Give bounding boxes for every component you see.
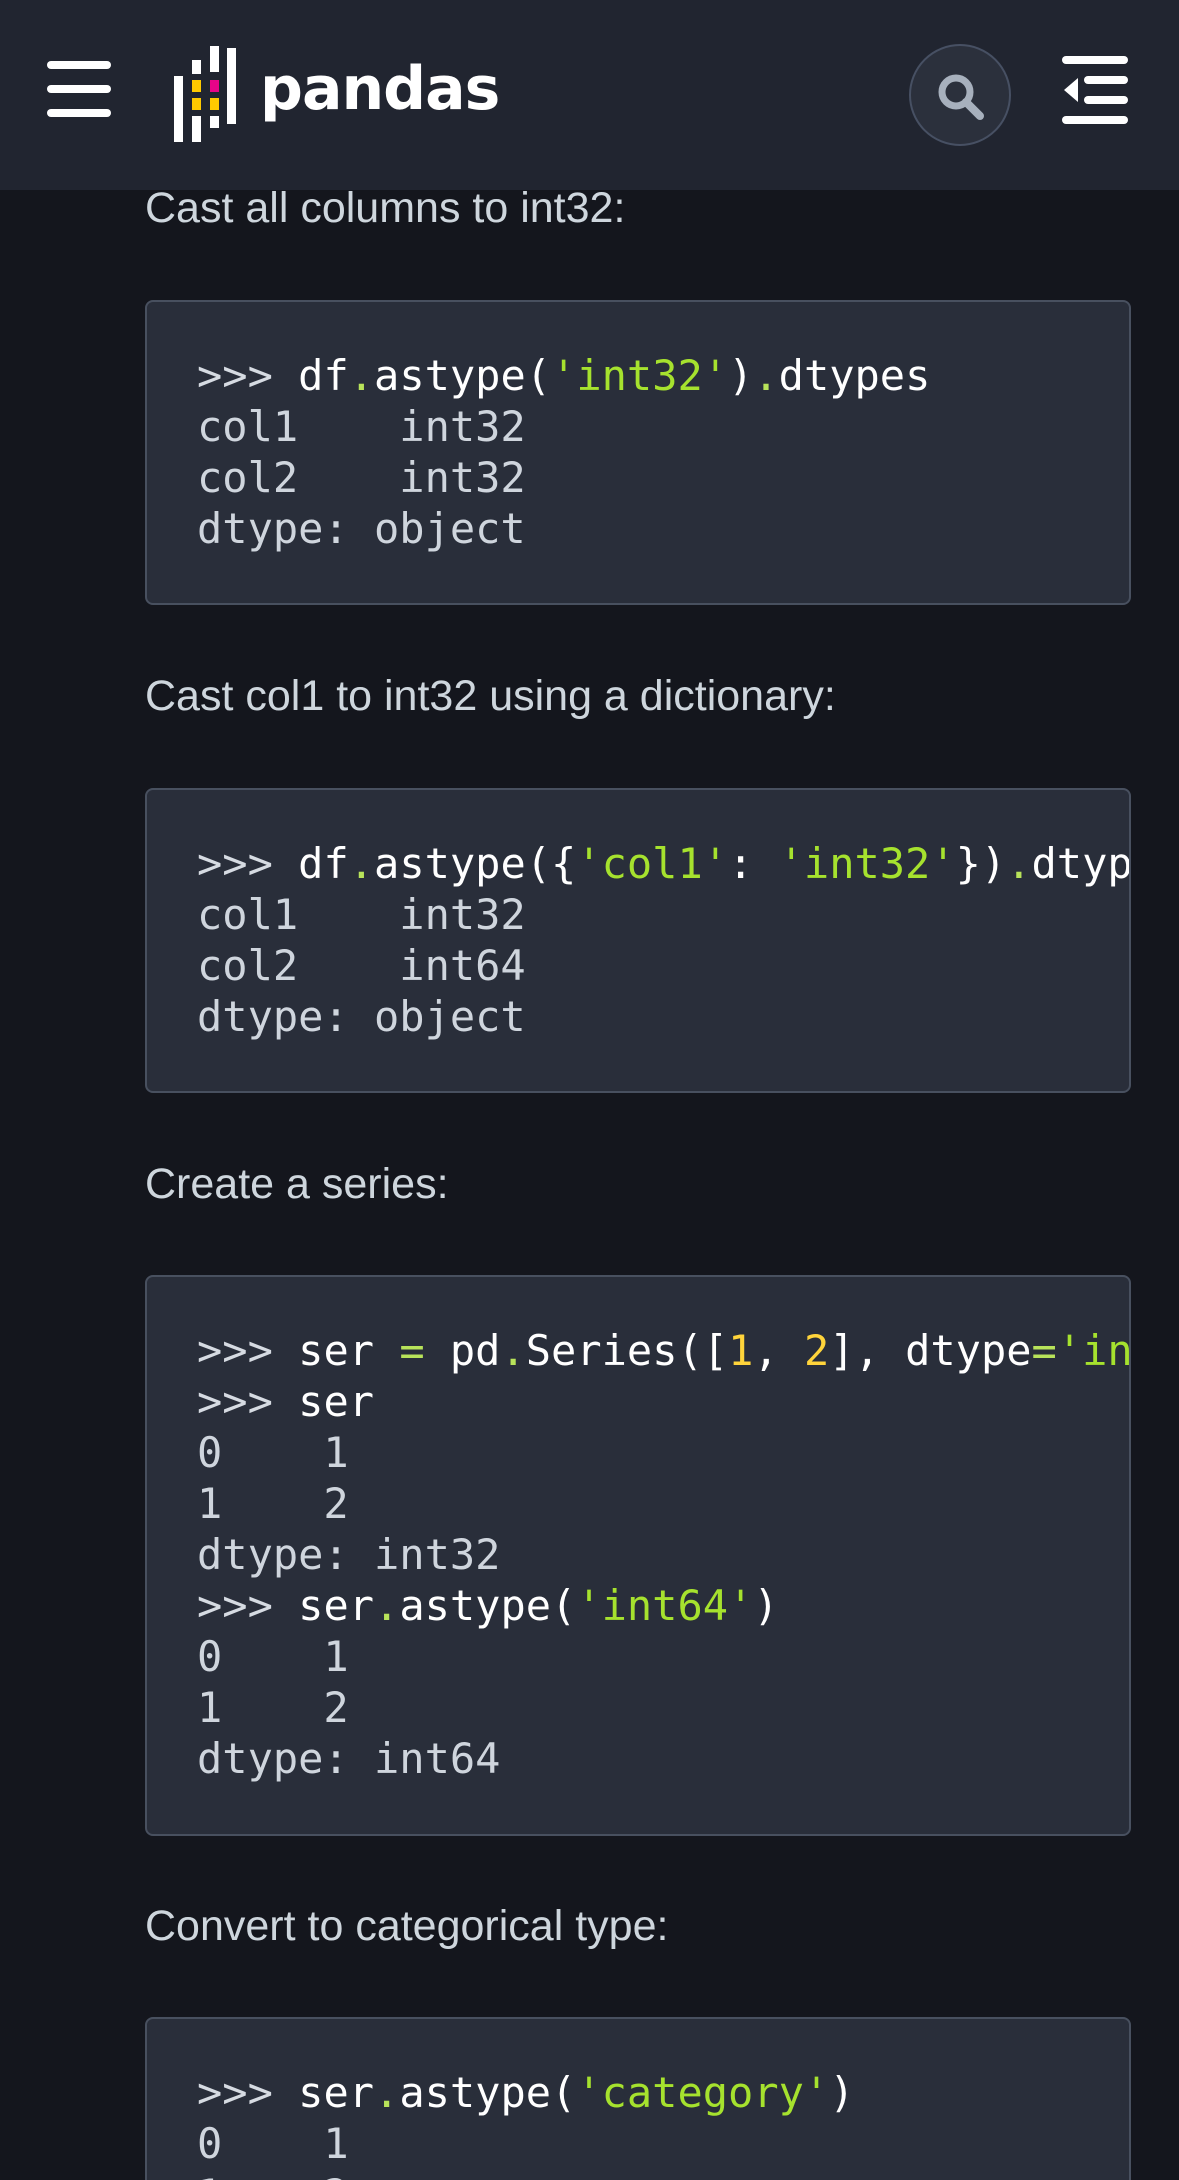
code-token: df [298,839,349,888]
search-icon [938,74,984,120]
paragraph-convert-categorical: Convert to categorical type: [145,1902,669,1950]
code-token: . [348,839,375,888]
code-line: 0 1 [197,2118,855,2169]
code-token: astype( [399,1581,577,1630]
code-text: >>> df.astype('int32').dtypes col1 int32 c… [197,350,930,554]
code-token: >>> [197,1377,299,1426]
code-token: 1 [728,1326,754,1375]
code-token: ser [298,1377,375,1426]
code-token: df [298,351,349,400]
table-of-contents-icon [1062,56,1128,124]
code-token: >>> [197,2068,299,2117]
code-token: >>> [197,351,299,400]
code-token: dtyp [1031,839,1131,888]
code-token: 'col1' [576,839,729,888]
code-token: 1 2 [197,1479,349,1528]
pandas-logo-text: pandas [260,54,500,124]
code-token: ser [298,1326,400,1375]
code-token: >>> [197,1581,299,1630]
code-token: . [374,2068,400,2117]
code-block[interactable]: >>> ser = pd.Series([1, 2], dtype='in >>>… [145,1275,1131,1836]
code-token: 0 1 [197,1632,349,1681]
code-line: 1 2 [197,1682,1129,1733]
code-token: ) [728,351,754,400]
code-token: }) [955,839,1007,888]
code-line: >>> ser = pd.Series([1, 2], dtype='in [197,1325,1131,1376]
code-token: Series([ [525,1326,729,1375]
code-token: dtype: int32 [197,1530,501,1579]
code-token: . [1006,839,1032,888]
code-token: 0 1 [197,1428,349,1477]
code-line: col2 int64 [197,940,1129,991]
code-token: , [753,1326,804,1375]
code-token: astype({ [374,839,577,888]
code-line: col2 int32 [197,452,930,503]
code-line: 0 1 [197,1427,1129,1478]
code-token: ) [753,1581,779,1630]
code-token: col2 int64 [197,941,526,990]
code-token: : [728,839,779,888]
code-token: pd [424,1326,501,1375]
pandas-logo[interactable]: pandas [174,46,534,146]
code-token: 1 2 [197,1683,349,1732]
code-line: >>> ser [197,1376,1129,1427]
code-token: 'in [1056,1326,1131,1375]
code-line: >>> ser.astype('category') [197,2067,855,2118]
code-token: . [753,351,779,400]
main-content: Cast all columns to int32: >>> df.astype… [0,0,1179,2180]
code-token: ) [829,2068,855,2117]
code-line: dtype: int64 [197,1733,1129,1784]
code-text: >>> ser = pd.Series([1, 2], dtype='in >>>… [197,1325,1131,1784]
code-block[interactable]: >>> df.astype({'col1': 'int32'}).dtyp col… [145,788,1131,1093]
code-token: ser [298,1581,375,1630]
code-token: 2 [803,1326,830,1375]
code-token: = [399,1326,425,1375]
search-button[interactable] [909,44,1011,146]
hamburger-menu-icon[interactable] [47,59,111,119]
code-block[interactable]: >>> df.astype('int32').dtypes col1 int32 c… [145,300,1131,605]
code-token: >>> [197,1326,299,1375]
code-line: dtype: object [197,991,1129,1042]
code-line: >>> df.astype('int32').dtypes [197,350,930,401]
code-token: astype( [374,351,552,400]
code-token: 'int64' [576,1581,754,1630]
code-line: >>> df.astype({'col1': 'int32'}).dtyp [197,838,1131,889]
code-line: 1 2 [197,2169,855,2180]
code-token: 'int32' [778,839,956,888]
code-token: dtypes [778,351,931,400]
pandas-logo-mark-icon [174,46,236,146]
code-token: = [1031,1326,1057,1375]
code-token: ], dtype [829,1326,1032,1375]
code-text: >>> ser.astype('category')0 11 2 [197,2067,855,2180]
code-token: ser [298,2068,375,2117]
code-text: >>> df.astype({'col1': 'int32'}).dtyp col… [197,838,1131,1042]
code-token: . [348,351,375,400]
code-line: col1 int32 [197,401,930,452]
code-token: col1 int32 [197,402,526,451]
code-token: . [500,1326,526,1375]
code-token: . [374,1581,400,1630]
code-token: astype( [399,2068,577,2117]
code-token: dtype: int64 [197,1734,501,1783]
code-line: dtype: object [197,503,930,554]
code-token: 'category' [576,2068,830,2117]
code-line: >>> ser.astype('int64') [197,1580,1129,1631]
top-navigation-bar: pandas [0,0,1179,190]
code-line: dtype: int32 [197,1529,1129,1580]
table-of-contents-button[interactable] [1062,56,1128,124]
code-token: col2 int32 [197,453,526,502]
code-line: col1 int32 [197,889,1129,940]
code-token: col1 int32 [197,890,526,939]
code-line: 0 1 [197,1631,1129,1682]
code-token: >>> [197,839,299,888]
paragraph-create-series: Create a series: [145,1160,449,1208]
code-token: 'int32' [551,351,729,400]
code-token: dtype: object [197,992,526,1041]
code-token: 0 1 [197,2119,349,2168]
code-token: 1 2 [197,2170,349,2180]
code-line: 1 2 [197,1478,1129,1529]
code-token: dtype: object [197,504,526,553]
paragraph-cast-col1-dictionary: Cast col1 to int32 using a dictionary: [145,672,836,720]
code-block[interactable]: >>> ser.astype('category')0 11 2 [145,2017,1131,2180]
